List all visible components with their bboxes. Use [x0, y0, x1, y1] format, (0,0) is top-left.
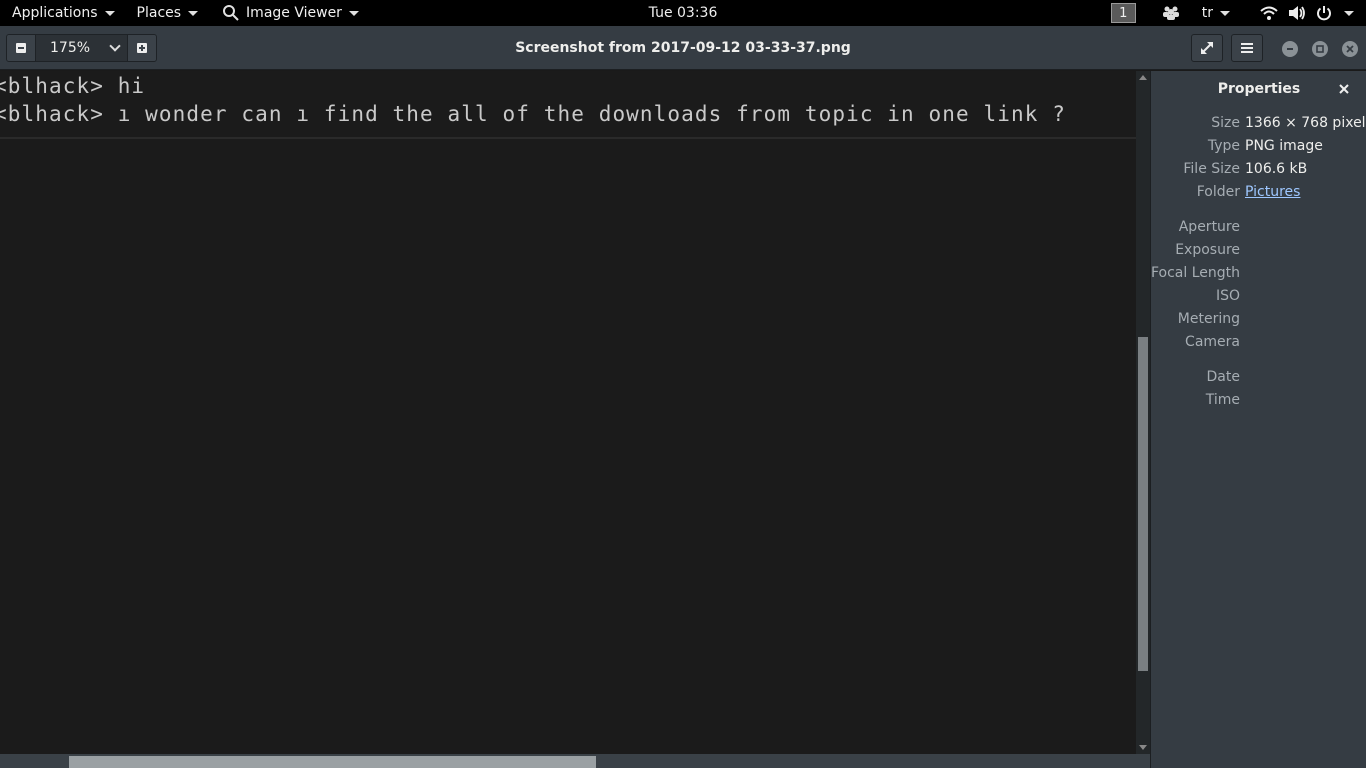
power-menu[interactable]	[1316, 0, 1366, 26]
app-menu[interactable]: Image Viewer	[210, 0, 371, 26]
chevron-down-icon	[104, 10, 115, 16]
property-label: ISO	[1215, 288, 1240, 304]
fullscreen-icon	[1201, 42, 1213, 54]
horizontal-scrollbar[interactable]	[0, 754, 1150, 768]
wifi-icon[interactable]	[1260, 6, 1278, 20]
vertical-scrollbar-thumb[interactable]	[1138, 337, 1148, 671]
chevron-down-icon	[1220, 10, 1230, 16]
close-icon[interactable]	[1337, 82, 1351, 96]
property-value: 106.6 kB	[1245, 161, 1308, 177]
property-value: 1366 × 768 pixels	[1245, 115, 1366, 131]
scroll-up-icon[interactable]	[1139, 75, 1147, 80]
power-icon	[1317, 6, 1331, 21]
chevron-down-icon	[188, 10, 199, 16]
zoom-level: 175%	[50, 40, 91, 56]
keyboard-layout: tr	[1201, 5, 1213, 21]
chevron-down-icon	[348, 10, 359, 16]
system-tray: 1 tr	[1110, 0, 1366, 26]
property-label: Time	[1205, 392, 1240, 408]
clock[interactable]: Tue 03:36	[649, 5, 718, 21]
keyboard-layout-menu[interactable]: tr	[1202, 0, 1260, 26]
hamburger-menu-button[interactable]	[1231, 34, 1263, 62]
top-bar: Applications Places Image Viewer Tue 03:…	[0, 0, 1366, 26]
property-metering: Metering	[1151, 311, 1366, 331]
zoom-in-button[interactable]	[128, 35, 156, 61]
zoom-in-icon	[137, 43, 147, 53]
property-type: Type PNG image	[1151, 138, 1366, 158]
property-label: Date	[1206, 369, 1240, 385]
property-label: Focal Length	[1150, 265, 1240, 281]
property-size: Size 1366 × 768 pixels	[1151, 115, 1366, 135]
users-icon[interactable]	[1162, 5, 1180, 21]
image-canvas[interactable]: <blhack> hi <blhack> ı wonder can ı find…	[0, 71, 1136, 754]
property-label: Folder	[1196, 184, 1240, 200]
property-aperture: Aperture	[1151, 219, 1366, 239]
header-bar: 175% Screenshot from 2017-09-12 03-33-37…	[0, 26, 1366, 70]
image-text-line-1: <blhack> hi	[0, 74, 146, 98]
property-exposure: Exposure	[1151, 242, 1366, 262]
property-label: Camera	[1185, 334, 1240, 350]
image-divider	[0, 137, 1136, 139]
property-value: PNG image	[1245, 138, 1323, 154]
vertical-scrollbar[interactable]	[1136, 71, 1150, 754]
folder-link[interactable]: Pictures	[1245, 184, 1300, 200]
chevron-down-icon	[1344, 10, 1354, 16]
property-label: Size	[1211, 115, 1240, 131]
chevron-down-icon	[109, 40, 121, 52]
zoom-level-dropdown[interactable]: 175%	[35, 35, 128, 61]
places-label: Places	[136, 5, 182, 21]
property-camera: Camera	[1151, 334, 1366, 354]
fullscreen-button[interactable]	[1191, 34, 1223, 62]
zoom-out-button[interactable]	[7, 35, 35, 61]
image-text-line-2: <blhack> ı wonder can ı find the all of …	[0, 102, 1066, 126]
property-label: Exposure	[1175, 242, 1240, 258]
property-label: Metering	[1177, 311, 1240, 327]
minimize-button[interactable]	[1282, 41, 1298, 57]
property-iso: ISO	[1151, 288, 1366, 308]
minimize-icon	[1287, 48, 1293, 50]
maximize-icon	[1316, 45, 1324, 53]
properties-title: Properties	[1217, 81, 1301, 97]
property-focal-length: Focal Length	[1151, 265, 1366, 285]
property-label: File Size	[1183, 161, 1240, 177]
property-label: Aperture	[1178, 219, 1240, 235]
close-icon	[1346, 45, 1354, 53]
places-menu[interactable]: Places	[127, 0, 211, 26]
properties-sidebar: Properties Size 1366 × 768 pixels Type P…	[1150, 71, 1366, 768]
horizontal-scrollbar-thumb[interactable]	[69, 756, 596, 768]
hamburger-icon	[1241, 43, 1253, 53]
property-time: Time	[1151, 392, 1366, 412]
property-file-size: File Size 106.6 kB	[1151, 161, 1366, 181]
zoom-control: 175%	[6, 34, 157, 62]
volume-icon[interactable]	[1288, 5, 1306, 21]
applications-menu[interactable]: Applications	[0, 0, 127, 26]
scroll-down-icon[interactable]	[1139, 745, 1147, 750]
window-title: Screenshot from 2017-09-12 03-33-37.png	[515, 40, 851, 56]
property-label: Type	[1207, 138, 1240, 154]
property-folder: Folder Pictures	[1151, 184, 1366, 204]
app-menu-label: Image Viewer	[246, 5, 342, 21]
close-window-button[interactable]	[1342, 41, 1358, 57]
zoom-out-icon	[16, 43, 26, 53]
maximize-button[interactable]	[1312, 41, 1328, 57]
workspace-indicator[interactable]: 1	[1110, 3, 1136, 23]
image-viewer-icon	[223, 5, 239, 21]
property-date: Date	[1151, 369, 1366, 389]
applications-label: Applications	[12, 5, 98, 21]
